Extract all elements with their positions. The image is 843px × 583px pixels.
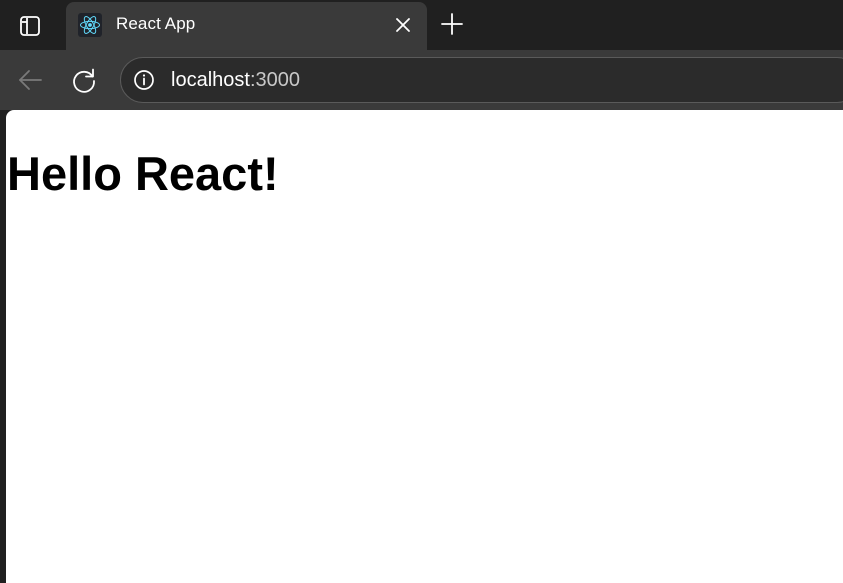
page-viewport: Hello React! [6, 110, 843, 583]
browser-window: React App localhost:3000 Hello React! [0, 0, 843, 583]
browser-toolbar: localhost:3000 [0, 50, 843, 110]
url-text[interactable]: localhost:3000 [171, 69, 300, 92]
close-icon [396, 18, 410, 32]
back-button[interactable] [15, 65, 45, 95]
reload-icon [73, 68, 95, 93]
tab-react-app[interactable]: React App [66, 2, 427, 50]
reload-button[interactable] [69, 65, 99, 95]
react-logo-icon [78, 13, 102, 37]
plus-icon [441, 13, 463, 35]
new-tab-button[interactable] [438, 10, 466, 38]
page-heading: Hello React! [7, 147, 279, 200]
tab-title: React App [116, 14, 196, 33]
url-host: localhost [171, 69, 250, 91]
tab-strip: React App [0, 0, 843, 50]
url-port: :3000 [249, 69, 300, 91]
close-tab-button[interactable] [392, 14, 414, 36]
tab-actions-icon [20, 16, 40, 36]
back-arrow-icon [19, 70, 42, 90]
tab-actions-button[interactable] [14, 12, 46, 40]
address-bar[interactable]: localhost:3000 [120, 57, 843, 103]
site-info-button[interactable] [133, 69, 155, 91]
info-icon [134, 70, 154, 90]
